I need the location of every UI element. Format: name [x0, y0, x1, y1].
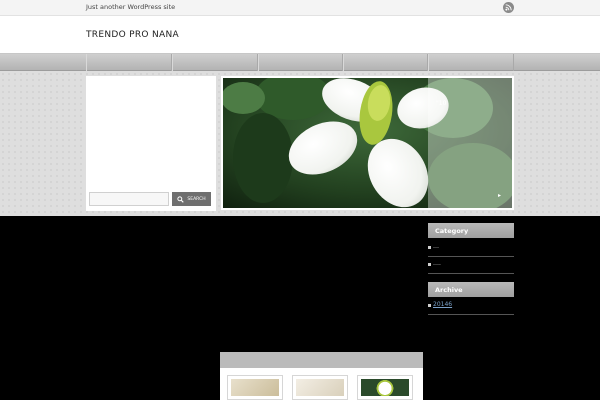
category-item[interactable]: … [428, 241, 514, 257]
archive-item[interactable]: 20146 [428, 299, 514, 315]
search-button-label: SEARCH [187, 196, 206, 202]
rss-icon[interactable] [503, 2, 514, 13]
search-button[interactable]: SEARCH [172, 192, 211, 206]
bullet-icon [428, 246, 431, 249]
archive-widget-title: Archive [428, 282, 514, 297]
category-item-label[interactable]: …. [433, 260, 441, 267]
search-input[interactable] [89, 192, 169, 206]
slide-next-arrow[interactable]: ▸ [498, 192, 501, 199]
category-item-label[interactable]: … [433, 243, 439, 250]
search-icon [177, 195, 185, 203]
bullet-icon [428, 263, 431, 266]
search-widget [86, 76, 216, 211]
top-bar: Just another WordPress site [0, 0, 600, 16]
nav-item[interactable] [343, 54, 428, 71]
archive-item-link[interactable]: 20146 [433, 301, 452, 308]
bullet-icon [428, 304, 431, 307]
thumbnail-image [296, 379, 344, 396]
gallery-thumbnail[interactable] [292, 375, 348, 400]
nav-item[interactable] [428, 54, 514, 71]
gallery-thumbnail[interactable] [227, 375, 283, 400]
nav-item[interactable] [86, 54, 172, 71]
gallery-header [220, 352, 423, 368]
site-header: TRENDO PRO NANA [0, 16, 600, 53]
slide-date: "10 [436, 100, 447, 107]
category-widget-title: Category [428, 223, 514, 238]
thumbnail-image [231, 379, 279, 396]
site-title[interactable]: TRENDO PRO NANA [86, 30, 179, 40]
slide-caption-panel [428, 78, 512, 208]
main-nav [0, 53, 600, 71]
gallery-thumbnail[interactable] [357, 375, 413, 400]
nav-item[interactable] [258, 54, 343, 71]
thumbnail-image [361, 379, 409, 396]
nav-item[interactable] [172, 54, 258, 71]
category-item[interactable]: …. [428, 258, 514, 274]
site-tagline: Just another WordPress site [86, 3, 176, 11]
